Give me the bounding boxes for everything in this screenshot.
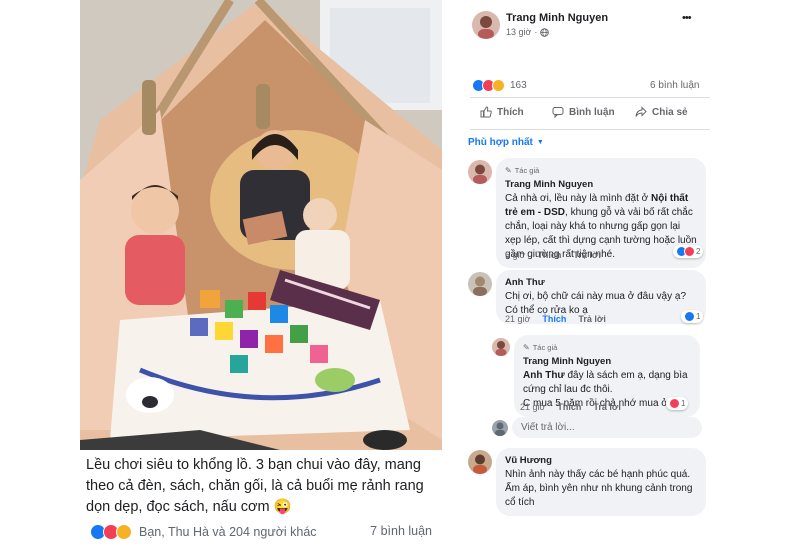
author-tag-text: Tác giả: [532, 343, 558, 352]
dot-separator: ·: [534, 27, 538, 37]
more-options-button[interactable]: •••: [682, 12, 692, 24]
divider: [470, 129, 710, 130]
author-tag: ✎ Tác giả: [505, 164, 697, 178]
comment-time: 21 giờ: [505, 314, 531, 324]
author-avatar-icon: [478, 16, 494, 39]
reply-input[interactable]: Viết trả lời...: [512, 417, 702, 438]
mention-link[interactable]: Anh Thư: [523, 370, 565, 381]
haha-reaction-icon: [492, 79, 505, 92]
author-tag-text: Tác giả: [514, 166, 540, 175]
sort-label: Phù hợp nhất: [468, 137, 533, 148]
comment-meta: 21 giờ Thích Trả lời: [520, 402, 621, 412]
user-avatar-icon: [473, 164, 487, 184]
comment-avatar[interactable]: [468, 450, 492, 474]
author-tag: ✎ Tác giả: [523, 341, 691, 355]
reaction-summary[interactable]: 163: [472, 79, 527, 92]
author-name[interactable]: Trang Minh Nguyen: [506, 12, 608, 24]
comment-count[interactable]: 6 bình luận: [650, 80, 700, 91]
comment-text: Chị ơi, bộ chữ cái này mua ở đâu vậy ạ? …: [505, 291, 687, 316]
comments-panel: Trang Minh Nguyen 13 giờ · ••• 163 6 bìn…: [460, 0, 720, 550]
comment-avatar[interactable]: [468, 160, 492, 184]
post-photo[interactable]: [80, 0, 442, 450]
haha-reaction-icon: [116, 524, 132, 540]
comment-avatar[interactable]: [468, 272, 492, 296]
commenter-name[interactable]: Trang Minh Nguyen: [505, 178, 697, 192]
post-time: 13 giờ ·: [506, 27, 550, 37]
comment-reply-button[interactable]: Trả lời: [573, 250, 600, 260]
comment-time: 6 giờ: [505, 250, 526, 260]
comment-text: Cả nhà ơi, lều này là mình đặt ở: [505, 193, 651, 204]
pen-icon: ✎: [505, 166, 512, 175]
comment-reaction-count: 2: [696, 247, 701, 256]
comment-time: 21 giờ: [520, 402, 546, 412]
commenter-name[interactable]: Vũ Hương: [505, 454, 697, 468]
reply-input-placeholder: Viết trả lời...: [521, 422, 575, 433]
globe-icon: [540, 27, 550, 37]
love-reaction-icon: [669, 398, 680, 409]
comment-reply-button[interactable]: Trả lời: [578, 314, 605, 324]
love-reaction-icon: [684, 246, 695, 257]
post-time-text: 13 giờ: [506, 27, 532, 37]
commenter-name[interactable]: Trang Minh Nguyen: [523, 355, 691, 369]
comment-like-button[interactable]: Thích: [557, 402, 581, 412]
post-caption: Lều chơi siêu to khổng lồ. 3 bạn chui và…: [86, 457, 424, 515]
user-avatar-icon: [495, 341, 507, 356]
user-avatar-icon: [495, 422, 505, 436]
comment-reactions[interactable]: 1: [666, 397, 689, 410]
comment-reactions[interactable]: 2: [673, 245, 704, 258]
user-avatar-icon: [473, 454, 487, 474]
share-icon: [635, 106, 647, 117]
comment-meta: 21 giờ Thích Trả lời: [505, 314, 606, 324]
post-card: Lều chơi siêu to khổng lồ. 3 bạn chui và…: [80, 0, 442, 550]
comment-reactions[interactable]: 1: [681, 310, 704, 323]
comment-reaction-count: 1: [681, 399, 686, 408]
comment-reaction-count: 1: [696, 312, 701, 321]
comment-meta: 6 giờ Thích Trả lời: [505, 250, 601, 260]
reactions-text: Bạn, Thu Hà và 204 người khác: [139, 525, 317, 539]
comment-text: Nhìn ảnh này thấy các bé hạnh phúc quá. …: [505, 469, 693, 508]
reaction-count: 163: [510, 80, 527, 91]
my-avatar: [492, 420, 508, 436]
share-button[interactable]: Chia sẻ: [635, 106, 688, 118]
caret-down-icon: ▼: [536, 139, 544, 146]
like-reaction-icon: [684, 311, 695, 322]
comment-button[interactable]: Bình luận: [552, 106, 615, 118]
comment-like-button[interactable]: Thích: [537, 250, 561, 260]
commenter-name[interactable]: Anh Thư: [505, 276, 697, 290]
like-button-label: Thích: [497, 106, 524, 118]
tent-photo-icon: [80, 0, 442, 450]
reply-avatar[interactable]: [492, 338, 510, 356]
comment-like-button[interactable]: Thích: [542, 314, 566, 324]
comment-button-label: Bình luận: [569, 106, 615, 118]
post-reactions[interactable]: Bạn, Thu Hà và 204 người khác: [90, 524, 317, 540]
user-avatar-icon: [473, 276, 487, 296]
author-avatar[interactable]: [472, 11, 500, 39]
divider: [470, 97, 710, 98]
thumbs-up-icon: [480, 106, 492, 118]
pen-icon: ✎: [523, 343, 530, 352]
share-button-label: Chia sẻ: [652, 106, 688, 118]
post-comments-count[interactable]: 7 bình luận: [370, 524, 432, 538]
comment-sort-dropdown[interactable]: Phù hợp nhất ▼: [468, 137, 544, 148]
comment-bubble: Vũ Hương Nhìn ảnh này thấy các bé hạnh p…: [496, 448, 706, 516]
comment-icon: [552, 107, 564, 118]
comment-reply-button[interactable]: Trả lời: [593, 402, 620, 412]
like-button[interactable]: Thích: [480, 106, 524, 118]
reaction-icons: [90, 524, 132, 540]
